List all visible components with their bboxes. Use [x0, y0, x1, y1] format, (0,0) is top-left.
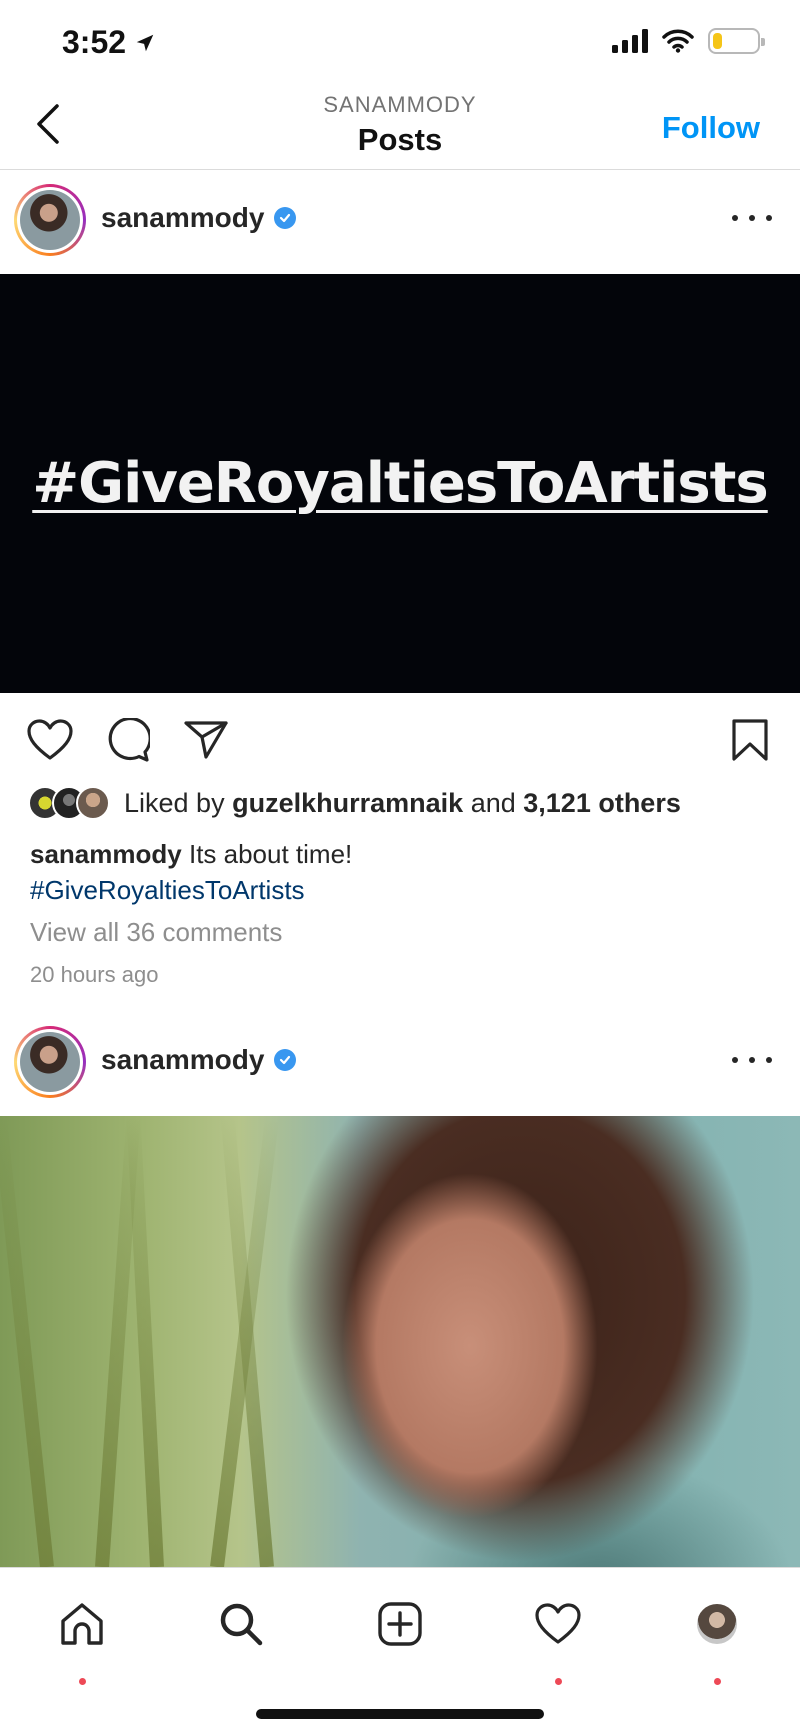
- likes-row[interactable]: Liked by guzelkhurramnaik and 3,121 othe…: [28, 786, 681, 820]
- liker-avatar: [76, 786, 110, 820]
- liked-by-user[interactable]: guzelkhurramnaik: [232, 788, 463, 819]
- photo-grass-blade: [126, 1116, 164, 1567]
- tab-home[interactable]: [52, 1594, 112, 1685]
- notification-dot: [714, 1678, 721, 1685]
- tab-activity[interactable]: [528, 1594, 588, 1685]
- avatar[interactable]: [14, 184, 86, 256]
- comment-icon: [108, 718, 150, 762]
- tab-bar: [0, 1567, 800, 1731]
- post-timestamp: 20 hours ago: [30, 962, 159, 987]
- post-header: sanammody: [0, 172, 800, 268]
- heart-icon: [27, 719, 73, 760]
- post-username-row[interactable]: sanammody: [101, 1044, 297, 1076]
- status-bar: 3:52: [0, 0, 800, 88]
- notification-dot: [79, 1678, 86, 1685]
- like-button[interactable]: [24, 714, 76, 766]
- cellular-signal-icon: [612, 29, 648, 53]
- verified-badge-icon: [274, 1049, 297, 1071]
- post-photo[interactable]: [0, 1116, 800, 1567]
- post-username[interactable]: sanammody: [101, 202, 264, 234]
- battery-icon: [708, 28, 765, 54]
- caption-hashtag[interactable]: #GiveRoyaltiesToArtists: [30, 875, 305, 905]
- share-button[interactable]: [180, 714, 232, 766]
- post-caption: sanammody Its about time! #GiveRoyalties…: [30, 836, 770, 908]
- more-options-button[interactable]: [732, 204, 772, 232]
- liked-by-prefix: Liked by: [124, 787, 225, 818]
- tab-search[interactable]: [211, 1594, 271, 1654]
- heart-icon: [535, 1603, 581, 1644]
- home-icon: [61, 1603, 103, 1645]
- save-button[interactable]: [724, 714, 776, 766]
- status-time-text: 3:52: [62, 24, 127, 60]
- comment-button[interactable]: [102, 714, 154, 766]
- post-image-text: #GiveRoyaltiesToArtists: [32, 451, 769, 516]
- post-header: sanammody: [0, 1014, 800, 1110]
- view-comments-link[interactable]: View all 36 comments: [30, 917, 282, 948]
- post-username[interactable]: sanammody: [101, 1044, 264, 1076]
- post-actions: [0, 710, 800, 770]
- verified-badge-icon: [274, 207, 297, 229]
- tab-profile[interactable]: [687, 1594, 747, 1685]
- caption-text: Its about time!: [188, 839, 353, 869]
- battery-level: [713, 33, 722, 49]
- home-indicator[interactable]: [256, 1709, 544, 1719]
- liked-by-avatars: [28, 786, 110, 820]
- post-image[interactable]: #GiveRoyaltiesToArtists: [0, 274, 800, 693]
- status-indicators: [612, 28, 765, 54]
- photo-grass-blade: [0, 1117, 54, 1567]
- liked-by-and: and: [470, 787, 516, 818]
- caption-username[interactable]: sanammody: [30, 839, 182, 869]
- post-username-row[interactable]: sanammody: [101, 202, 297, 234]
- avatar[interactable]: [14, 1026, 86, 1098]
- status-time: 3:52: [62, 24, 156, 61]
- bookmark-icon: [732, 719, 768, 761]
- search-icon: [220, 1603, 263, 1646]
- add-post-icon: [378, 1602, 422, 1646]
- nav-header: SANAMMODY Posts Follow: [0, 88, 800, 170]
- profile-avatar: [697, 1604, 737, 1644]
- send-icon: [184, 721, 228, 759]
- tab-new-post[interactable]: [370, 1594, 430, 1654]
- follow-button[interactable]: Follow: [662, 110, 760, 146]
- more-options-button[interactable]: [732, 1046, 772, 1074]
- location-arrow-icon: [136, 34, 154, 51]
- wifi-icon: [662, 29, 694, 53]
- liked-by-others[interactable]: 3,121 others: [523, 788, 681, 819]
- notification-dot: [555, 1678, 562, 1685]
